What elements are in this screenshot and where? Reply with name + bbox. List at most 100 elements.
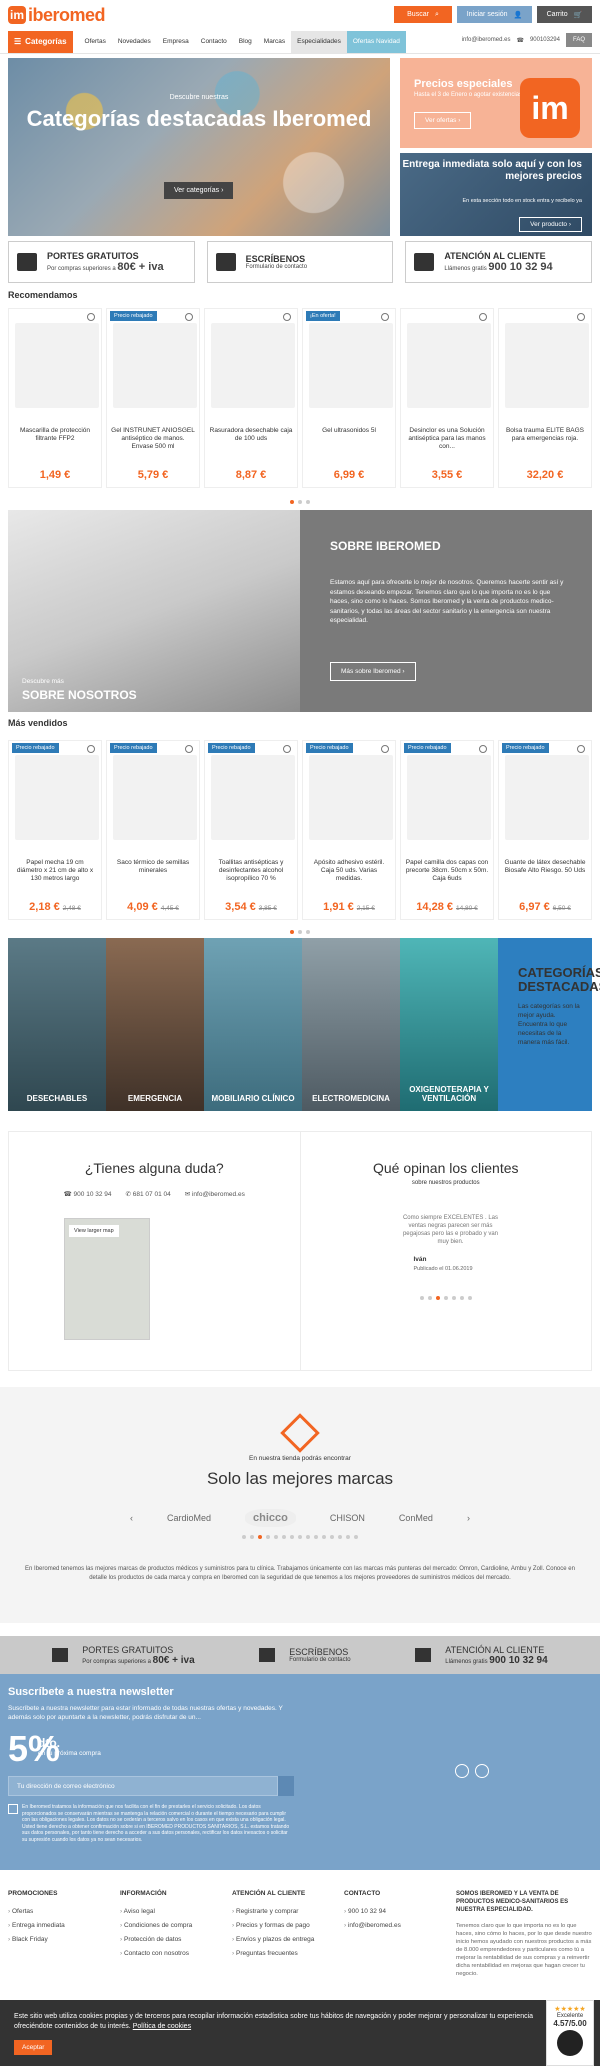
promo-delivery[interactable]: Entrega inmediata solo aquí y con los me… (400, 153, 592, 236)
product-image[interactable] (505, 323, 589, 408)
prev-arrow-icon[interactable]: ‹ (130, 1513, 133, 1523)
footer-link[interactable]: info@iberomed.es (344, 1919, 401, 1933)
mobile-contact[interactable]: ✆ 681 07 01 04 (126, 1190, 171, 1198)
heart-icon[interactable] (185, 313, 193, 321)
carousel-dots[interactable] (0, 500, 600, 504)
info-contact[interactable]: ESCRÍBENOS Formulario de contacto (206, 241, 394, 283)
next-arrow-icon[interactable]: › (467, 1513, 470, 1523)
send-icon[interactable] (278, 1776, 294, 1796)
product-card[interactable]: Desinclor es una Solución antiséptica pa… (400, 308, 494, 488)
footer-link[interactable]: Precios y formas de pago (232, 1919, 314, 1933)
carousel-dots[interactable] (0, 930, 600, 934)
nav-item-ofertas[interactable]: Ofertas (79, 31, 112, 53)
heart-icon[interactable] (283, 745, 291, 753)
heart-icon[interactable] (479, 313, 487, 321)
product-image[interactable] (15, 323, 99, 408)
product-name[interactable]: Mascarilla de protección filtrante FFP2 (13, 427, 97, 443)
product-image[interactable] (407, 755, 491, 840)
footer-link[interactable]: Ofertas (8, 1905, 65, 1919)
product-name[interactable]: Bolsa trauma ELITE BAGS para emergencias… (503, 427, 587, 443)
footer-link[interactable]: Entrega inmediata (8, 1919, 65, 1933)
footer-link[interactable]: Condiciones de compra (120, 1919, 192, 1933)
product-card[interactable]: Bolsa trauma ELITE BAGS para emergencias… (498, 308, 592, 488)
category-mobiliario[interactable]: MOBILIARIO CLÍNICO (204, 938, 302, 1111)
product-card[interactable]: Precio rebajado Guante de látex desechabl… (498, 740, 592, 920)
product-name[interactable]: Papel camilla dos capas con precorte 38c… (405, 859, 489, 883)
info-shipping[interactable]: PORTES GRATUITOS Por compras superiores a… (8, 241, 195, 283)
product-image[interactable] (113, 323, 197, 408)
nav-phone[interactable]: 900103294 (530, 37, 560, 43)
footer-link[interactable]: Protección de datos (120, 1933, 192, 1947)
heart-icon[interactable] (381, 313, 389, 321)
product-image[interactable] (15, 755, 99, 840)
product-image[interactable] (211, 755, 295, 840)
info-support[interactable]: ATENCIÓN AL CLIENTE Llámenos gratis 900 1… (405, 241, 593, 283)
heart-icon[interactable] (577, 313, 585, 321)
newsletter-consent-checkbox[interactable] (8, 1804, 18, 1814)
promo-prices[interactable]: Precios especiales Hasta el 3 de Enero o… (400, 58, 592, 148)
brand-logo[interactable]: CHISON (330, 1513, 365, 1523)
product-name[interactable]: Gel ultrasonidos 5l (307, 427, 391, 435)
category-electromedicina[interactable]: ELECTROMEDICINA (302, 938, 400, 1111)
heart-icon[interactable] (185, 745, 193, 753)
map[interactable]: View larger map (64, 1218, 150, 1340)
product-name[interactable]: Saco térmico de semillas minerales (111, 859, 195, 875)
reviews-dots[interactable] (301, 1296, 592, 1300)
brand-logo[interactable]: CardioMed (167, 1513, 211, 1523)
footer-link[interactable]: Contacto con nosotros (120, 1947, 192, 1961)
product-name[interactable]: Rasuradora desechable caja de 100 uds (209, 427, 293, 443)
product-name[interactable]: Apósito adhesivo estéril. Caja 50 uds. V… (307, 859, 391, 883)
category-emergencia[interactable]: EMERGENCIA (106, 938, 204, 1111)
categories-featured[interactable]: CATEGORÍAS DESTACADAS Las categorías son… (498, 938, 600, 1111)
heart-icon[interactable] (577, 745, 585, 753)
product-card[interactable]: Precio rebajado Gel INSTRUNET ANIOSGEL an… (106, 308, 200, 488)
product-card[interactable]: Precio rebajado Papel camilla dos capas c… (400, 740, 494, 920)
search-button[interactable]: Buscar ⌕ (394, 6, 452, 23)
promo-prices-button[interactable]: Ver ofertas › (414, 112, 472, 129)
footer-link[interactable]: Black Friday (8, 1933, 65, 1947)
nav-item-empresa[interactable]: Empresa (157, 31, 195, 53)
product-image[interactable] (505, 755, 589, 840)
bottom-info-shipping[interactable]: PORTES GRATUITOS Por compras superiores a… (52, 1645, 195, 1666)
bottom-info-contact[interactable]: ESCRÍBENOS Formulario de contacto (259, 1647, 351, 1663)
product-image[interactable] (309, 323, 393, 408)
product-card[interactable]: Precio rebajado Papel mecha 19 cm diámetr… (8, 740, 102, 920)
cookie-accept-button[interactable]: Aceptar (14, 2040, 53, 2055)
product-name[interactable]: Papel mecha 19 cm diámetro x 21 cm de al… (13, 859, 97, 883)
product-name[interactable]: Gel INSTRUNET ANIOSGEL antiséptico de ma… (111, 427, 195, 451)
product-name[interactable]: Desinclor es una Solución antiséptica pa… (405, 427, 489, 451)
promo-delivery-button[interactable]: Ver producto › (519, 217, 582, 232)
heart-icon[interactable] (87, 745, 95, 753)
category-oxigenoterapia[interactable]: OXIGENOTERAPIA Y VENTILACIÓN (400, 938, 498, 1111)
heart-icon[interactable] (87, 313, 95, 321)
nav-item-especialidades[interactable]: Especialidades (291, 30, 347, 53)
product-image[interactable] (309, 755, 393, 840)
hero-button[interactable]: Ver categorías › (164, 182, 234, 199)
nav-item-novedades[interactable]: Novedades (112, 31, 157, 53)
email-contact[interactable]: ✉ info@iberomed.es (185, 1190, 245, 1198)
phone-contact[interactable]: ☎ 900 10 32 94 (64, 1190, 112, 1198)
footer-link[interactable]: 900 10 32 94 (344, 1905, 401, 1919)
category-desechables[interactable]: DESECHABLES (8, 938, 106, 1111)
about-button[interactable]: Más sobre Iberomed › (330, 662, 416, 681)
heart-icon[interactable] (479, 745, 487, 753)
product-card[interactable]: Rasuradora desechable caja de 100 uds 8,8… (204, 308, 298, 488)
faq-button[interactable]: FAQ (565, 33, 592, 47)
product-card[interactable]: Mascarilla de protección filtrante FFP2 1… (8, 308, 102, 488)
brand-logo[interactable]: chicco (245, 1509, 296, 1527)
product-image[interactable] (113, 755, 197, 840)
hero-banner[interactable]: Descubre nuestras Categorías destacadas … (8, 58, 390, 236)
nav-email[interactable]: info@iberomed.es (462, 37, 511, 43)
product-image[interactable] (211, 323, 295, 408)
brands-dots[interactable] (0, 1535, 600, 1539)
footer-link[interactable]: Aviso legal (120, 1905, 192, 1919)
newsletter-email-input[interactable]: Tu dirección de correo electrónico (8, 1776, 278, 1796)
nav-item-contacto[interactable]: Contacto (195, 31, 233, 53)
cart-button[interactable]: Carrito 🛒 (537, 6, 592, 23)
product-name[interactable]: Guante de látex desechable Biosafe Alto … (503, 859, 587, 875)
map-larger-button[interactable]: View larger map (69, 1225, 119, 1237)
heart-icon[interactable] (283, 313, 291, 321)
product-name[interactable]: Toallitas antisépticas y desinfectantes … (209, 859, 293, 883)
footer-link[interactable]: Preguntas frecuentes (232, 1947, 314, 1961)
footer-link[interactable]: Registrarte y comprar (232, 1905, 314, 1919)
